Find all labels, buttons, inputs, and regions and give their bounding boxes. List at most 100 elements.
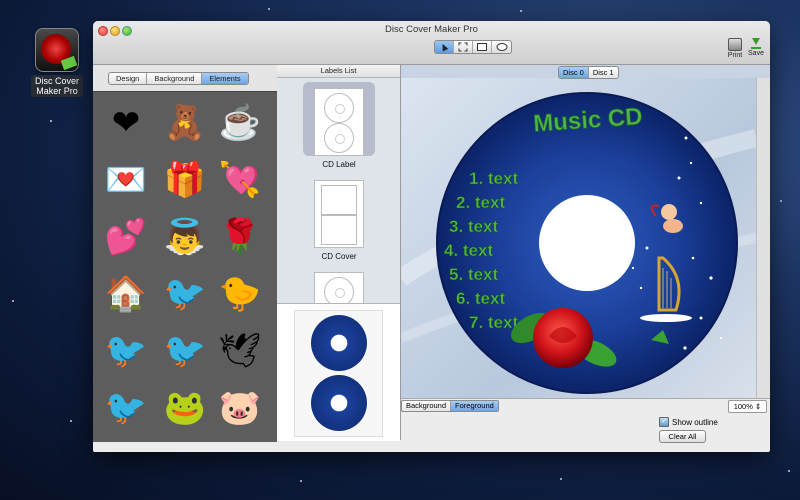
tab-background[interactable]: Background <box>147 73 203 84</box>
left-panel: Design Background Elements ❤ 🧸 ☕ 💌 🎁 💘 💕 👼 🌹 🏠 🐦 🐤 🐦… <box>93 65 278 442</box>
track-3[interactable]: 3. text <box>449 217 499 237</box>
disc-preview-bottom <box>311 375 367 431</box>
label-thumbnail <box>314 272 364 303</box>
cover-page-icon <box>321 215 357 245</box>
zoom-value: 100% <box>733 402 753 411</box>
element-blue-bird[interactable]: 🐦 <box>101 383 151 433</box>
save-label: Save <box>748 50 764 57</box>
element-robin[interactable]: 🐦 <box>160 326 210 376</box>
disc-hole <box>539 195 635 291</box>
tab-disc-0[interactable]: Disc 0 <box>559 67 589 78</box>
label-item-cd-cover[interactable]: CD Cover <box>305 180 373 261</box>
tab-disc-1[interactable]: Disc 1 <box>589 67 618 78</box>
star <box>50 120 52 122</box>
labels-panel: Labels List CD Label CD Cover <box>277 65 401 441</box>
zoom-select[interactable]: 100% ⇕ <box>728 400 767 413</box>
track-1[interactable]: 1. text <box>469 169 519 189</box>
element-red-bird[interactable]: 🐦 <box>160 269 210 319</box>
rectangle-tool-button[interactable] <box>473 41 492 53</box>
cupid-icon: 👼 <box>163 218 207 256</box>
star <box>268 8 270 10</box>
element-heart[interactable]: ❤ <box>101 98 151 148</box>
tool-selector <box>434 40 512 54</box>
label-item-cd-label[interactable]: CD Label <box>303 82 375 169</box>
tab-layer-foreground[interactable]: Foreground <box>451 401 498 411</box>
track-2[interactable]: 2. text <box>456 193 506 213</box>
element-heart-arrow[interactable]: 💘 <box>215 155 265 205</box>
star <box>300 480 302 482</box>
rectangle-icon <box>477 43 487 51</box>
save-button[interactable]: Save <box>745 38 767 57</box>
black-bird-icon: 🐦 <box>104 332 148 370</box>
winged-heart-icon: 💕 <box>104 218 148 256</box>
green-bird-icon: 🐸 <box>163 389 207 427</box>
star <box>520 10 522 12</box>
design-canvas[interactable]: Music CD 1. text 2. text 3. text 4. text… <box>401 78 756 398</box>
select-tool-button[interactable] <box>435 41 454 53</box>
canvas-bottom-bar: Background Foreground 100% ⇕ ✓ Show outl… <box>401 398 770 443</box>
star <box>780 200 782 202</box>
element-house[interactable]: 🏠 <box>101 269 151 319</box>
transform-tool-button[interactable] <box>454 41 473 53</box>
element-teddy-bear[interactable]: 🧸 <box>160 98 210 148</box>
star <box>560 478 562 480</box>
flying-bird-icon: 🕊 <box>218 332 262 370</box>
preview-thumbnails <box>277 303 400 441</box>
red-bird-icon: 🐦 <box>163 275 207 313</box>
element-rose[interactable]: 🌹 <box>215 212 265 262</box>
track-5[interactable]: 5. text <box>449 265 499 285</box>
cover-page-icon <box>321 185 357 215</box>
preview-page[interactable] <box>294 310 383 437</box>
gift-icon: 🎁 <box>163 161 207 199</box>
cd-cover-thumbnail <box>314 180 364 248</box>
heart-icon: ❤ <box>111 104 141 142</box>
checkmark-icon: ✓ <box>659 417 669 427</box>
disc-outline-icon <box>324 277 354 303</box>
download-arrow-icon <box>750 38 762 49</box>
disc-tabs: Disc 0 Disc 1 <box>558 66 619 79</box>
app-window: Disc Cover Maker Pro Print Save Design B… <box>93 21 770 452</box>
element-pig[interactable]: 🐷 <box>215 383 265 433</box>
tab-layer-background[interactable]: Background <box>402 401 452 411</box>
disc-outline-icon <box>324 123 354 153</box>
elements-grid: ❤ 🧸 ☕ 💌 🎁 💘 💕 👼 🌹 🏠 🐦 🐤 🐦 🐦 🕊 🐦 🐸 🐷 <box>93 91 277 442</box>
element-black-bird[interactable]: 🐦 <box>101 326 151 376</box>
print-button[interactable]: Print <box>724 38 746 59</box>
tab-elements[interactable]: Elements <box>202 73 248 84</box>
element-flying-bird[interactable]: 🕊 <box>215 326 265 376</box>
star <box>788 470 790 472</box>
desktop-icon-label-line1: Disc Cover <box>34 76 79 86</box>
track-7[interactable]: 7. text <box>469 313 519 333</box>
transform-icon <box>458 42 468 52</box>
element-coffee-cup[interactable]: ☕ <box>215 98 265 148</box>
show-outline-checkbox[interactable]: ✓ Show outline <box>659 417 718 427</box>
element-gift[interactable]: 🎁 <box>160 155 210 205</box>
love-note-icon: 💌 <box>104 161 148 199</box>
blue-bird-icon: 🐦 <box>104 389 148 427</box>
label-item-third[interactable] <box>305 272 373 303</box>
tab-design[interactable]: Design <box>109 73 148 84</box>
yellow-bird-icon: 🐤 <box>218 275 262 313</box>
element-green-bird[interactable]: 🐸 <box>160 383 210 433</box>
clear-all-button[interactable]: Clear All <box>659 430 706 443</box>
label-item-name: CD Label <box>322 160 356 169</box>
heart-arrow-icon: 💘 <box>218 161 262 199</box>
element-yellow-bird[interactable]: 🐤 <box>215 269 265 319</box>
robin-icon: 🐦 <box>163 332 207 370</box>
element-love-note[interactable]: 💌 <box>101 155 151 205</box>
track-4[interactable]: 4. text <box>444 241 494 261</box>
labels-list: CD Label CD Cover <box>277 78 400 303</box>
left-panel-tabs: Design Background Elements <box>108 72 249 85</box>
stepper-arrows-icon: ⇕ <box>754 402 762 411</box>
canvas-panel: Disc 0 Disc 1 Music CD 1. text 2. text 3… <box>401 65 770 443</box>
element-cupid[interactable]: 👼 <box>160 212 210 262</box>
ellipse-icon <box>496 43 507 51</box>
element-winged-heart[interactable]: 💕 <box>101 212 151 262</box>
disc-artwork: Music CD 1. text 2. text 3. text 4. text… <box>401 92 756 394</box>
track-6[interactable]: 6. text <box>456 289 506 309</box>
ellipse-tool-button[interactable] <box>492 41 511 53</box>
desktop-app-icon[interactable]: Disc Cover Maker Pro <box>28 28 86 99</box>
label-item-name: CD Cover <box>321 252 357 261</box>
window-title: Disc Cover Maker Pro <box>385 24 478 35</box>
canvas-vertical-scrollbar[interactable] <box>756 78 770 398</box>
